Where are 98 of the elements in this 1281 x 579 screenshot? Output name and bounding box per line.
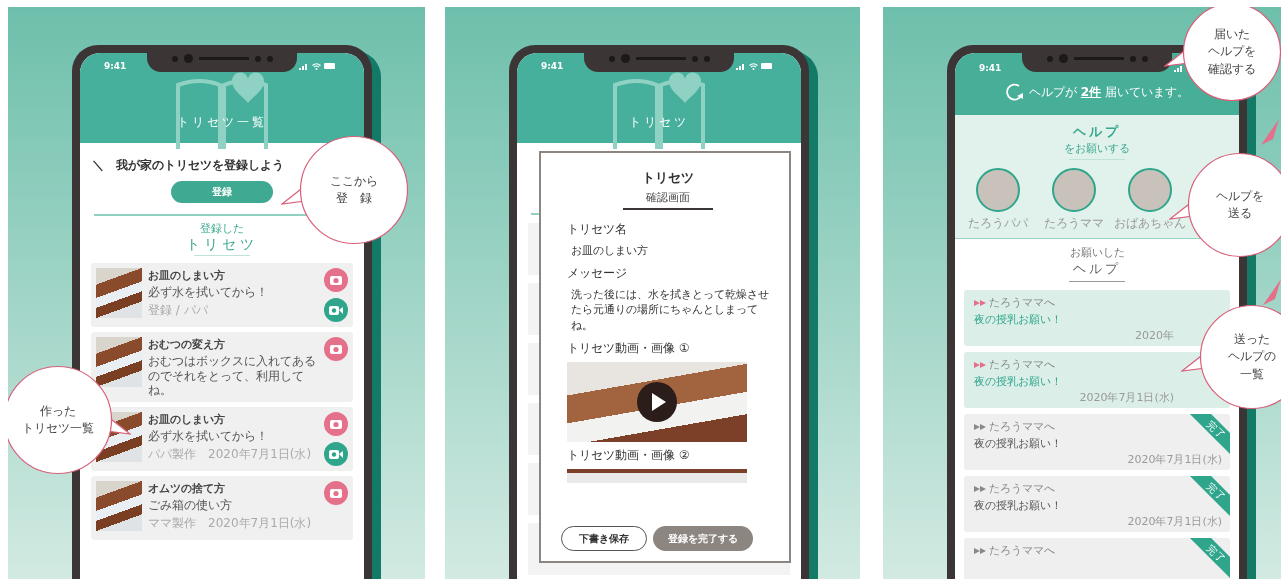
section-caption: をお願いする (1064, 141, 1130, 156)
field-label: メッセージ (567, 264, 628, 282)
callout-text: 届いた (1214, 25, 1250, 43)
field-label: トリセツ名 (567, 220, 628, 238)
callout-text: 送る (1228, 205, 1252, 222)
video-camera-icon[interactable] (324, 442, 348, 467)
ribbon-text: 完了 (1205, 480, 1227, 503)
card-title: お皿のしまい方 (148, 412, 226, 428)
callout-text: ヘルプを (1208, 43, 1256, 61)
person-name: たろうパパ (968, 215, 1028, 232)
complete-button[interactable]: 登録を完了する (653, 526, 753, 551)
ribbon-text: 完了 (1205, 542, 1227, 565)
double-arrow-icon (974, 361, 987, 368)
signal-icon (736, 62, 746, 70)
callout-text: 一覧 (1240, 365, 1264, 383)
avatar-placeholder[interactable] (1128, 168, 1172, 212)
callout-text: ヘルプを (1216, 187, 1264, 205)
screen-title: トリセツ一覧 (177, 114, 267, 131)
help-title: 夜の授乳お願い！ (974, 498, 1063, 513)
card-description: 必ず水を拭いてから！ (148, 429, 269, 444)
recipient-text: たろうママへ (989, 357, 1055, 372)
recipient-text: たろうママへ (989, 543, 1055, 558)
section-caption: お願いした (1069, 245, 1125, 260)
refresh-icon[interactable] (1005, 83, 1025, 101)
help-date: 2020年7月1日(水) (1127, 452, 1222, 467)
video-camera-icon[interactable] (324, 298, 348, 323)
callout-text: トリセツ一覧 (22, 420, 94, 437)
help-card[interactable]: たろうママへ 夜の授乳お願い！ 2020年7月1日(水) 完了 (964, 414, 1230, 470)
section-caption: 登録した (200, 220, 244, 236)
camera-icon[interactable] (324, 268, 348, 293)
card-meta: パパ製作 2020年7月1日(水) (148, 445, 313, 463)
photo-placeholder (96, 481, 142, 532)
card-title: おむつの変え方 (148, 337, 226, 353)
card-description: 必ず水を拭いてから！ (148, 285, 269, 300)
card-title: オムツの捨て方 (148, 481, 226, 497)
manual-card[interactable]: お皿のしまい方 必ず水を拭いてから！ 登録 / パパ (91, 263, 353, 328)
save-draft-button[interactable]: 下書き保存 (561, 526, 647, 551)
person-name: たろうママ (1044, 215, 1104, 232)
help-card[interactable]: たろうママへ 夜の授乳お願い！ 2020年7月1日(水) 完了 (964, 476, 1230, 532)
recipient-text: たろうママへ (989, 295, 1055, 310)
double-arrow-icon (974, 299, 987, 306)
callout-text: 作った (40, 402, 76, 420)
dialog-title: トリセツ (641, 169, 695, 187)
section-title: トリセツ (186, 235, 258, 253)
dialog-subtitle: 確認画面 (645, 190, 691, 205)
screen-title: トリセツ (629, 114, 689, 131)
card-description: ごみ箱の使い方 (148, 498, 233, 513)
card-meta: ママ製作 2020年7月1日(水) (148, 514, 313, 532)
double-arrow-icon (974, 547, 987, 554)
camera-icon[interactable] (324, 481, 348, 506)
person-name: おばあちゃん (1114, 215, 1186, 232)
card-meta: 登録 / パパ (148, 301, 209, 319)
help-date: 2020年7月1日(水) (1079, 390, 1174, 405)
play-icon[interactable] (637, 382, 677, 423)
photo-placeholder (96, 268, 142, 319)
avatar-placeholder[interactable] (976, 168, 1020, 212)
battery-icon (324, 63, 336, 69)
manual-card[interactable]: オムツの捨て方 ごみ箱の使い方 ママ製作 2020年7月1日(水) (91, 476, 353, 541)
camera-icon[interactable] (324, 337, 348, 362)
avatar-placeholder[interactable] (1052, 168, 1096, 212)
card-description: おむつはボックスに入れてあるのでそれをとって、利用してね。 (148, 354, 317, 398)
wifi-icon (749, 62, 758, 70)
help-title: 夜の授乳お願い！ (974, 312, 1063, 327)
callout-text: ここから (330, 172, 378, 190)
help-date: 2020年7月1日(水) (1127, 514, 1222, 529)
callout-text: ヘルプの (1228, 348, 1276, 366)
signal-icon (1174, 64, 1184, 72)
wifi-icon (312, 62, 321, 70)
signal-icon (299, 62, 309, 70)
status-time: 9:41 (541, 61, 564, 71)
recipient-text: たろうママへ (989, 481, 1055, 496)
callout-text: 登 録 (336, 190, 372, 207)
intro-text: ＼ 我が家のトリセツを登録しよう (91, 157, 284, 174)
section-title: ヘルプ (1073, 260, 1121, 278)
media-label: トリセツ動画・画像 ① (567, 340, 691, 358)
recipient-text: たろうママへ (989, 419, 1055, 434)
callout-text: 送った (1234, 330, 1270, 348)
help-title: 夜の授乳お願い！ (974, 374, 1063, 389)
help-title: 夜の授乳お願い！ (974, 436, 1063, 451)
battery-icon (761, 63, 773, 69)
double-arrow-icon (974, 423, 987, 430)
pointer-mark (1263, 279, 1281, 305)
photo-placeholder (96, 337, 142, 388)
status-time: 9:41 (979, 63, 1002, 73)
callout-text: 確認する (1208, 60, 1256, 78)
status-time: 9:41 (104, 61, 127, 71)
double-arrow-icon (974, 485, 987, 492)
camera-icon[interactable] (324, 412, 348, 437)
media-label: トリセツ動画・画像 ② (567, 447, 691, 465)
help-date: 2020年 (1135, 328, 1174, 343)
ribbon-text: 完了 (1205, 418, 1227, 441)
card-title: お皿のしまい方 (148, 268, 226, 284)
notice-text: ヘルプが 2件 届いています。 (1029, 83, 1189, 101)
section-title: ヘルプ (1073, 123, 1121, 141)
field-value: お皿のしまい方 (571, 242, 649, 258)
pointer-mark (1261, 119, 1279, 145)
manual-card[interactable]: おむつの変え方 おむつはボックスに入れてあるのでそれをとって、利用してね。 (91, 332, 353, 403)
field-value: 洗った後には、水を拭きとって乾燥させたら元通りの場所にちゃんとしまってね。 (571, 286, 769, 334)
